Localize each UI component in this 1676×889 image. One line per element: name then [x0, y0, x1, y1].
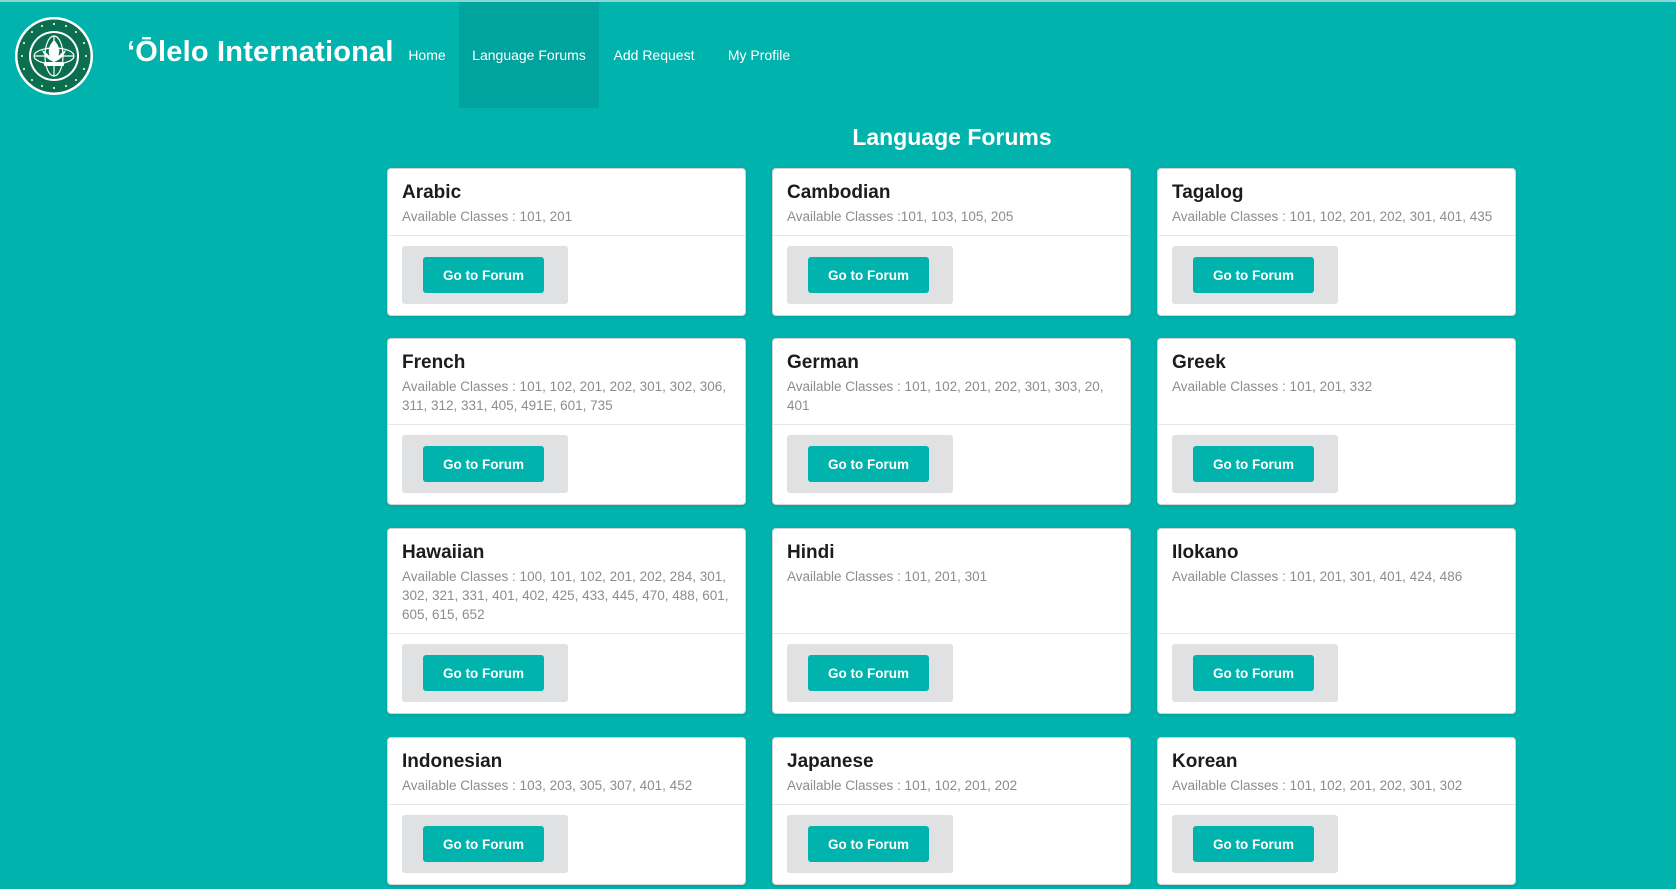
card-extra: Go to Forum — [402, 246, 568, 304]
card-classes: Available Classes : 101, 102, 201, 202, … — [787, 379, 1104, 413]
page-title: Language Forums — [852, 124, 1052, 150]
card-classes: Available Classes : 103, 203, 305, 307, … — [402, 778, 693, 793]
go-to-forum-button[interactable]: Go to Forum — [1193, 826, 1314, 862]
go-to-forum-button[interactable]: Go to Forum — [423, 655, 544, 691]
forum-card-hindi: Hindi Available Classes : 101, 201, 301 … — [772, 528, 1131, 714]
card-content: Indonesian Available Classes : 103, 203,… — [388, 738, 745, 805]
forum-card-greek: Greek Available Classes : 101, 201, 332 … — [1157, 338, 1516, 505]
card-title: Cambodian — [787, 182, 891, 203]
card-classes: Available Classes : 101, 102, 201, 202, … — [402, 379, 726, 413]
card-extra: Go to Forum — [402, 435, 568, 493]
brand-title[interactable]: ʻŌlelo International — [127, 36, 394, 69]
card-classes: Available Classes : 101, 201, 301 — [787, 569, 988, 584]
card-title: Ilokano — [1172, 542, 1239, 563]
go-to-forum-button[interactable]: Go to Forum — [1193, 655, 1314, 691]
go-to-forum-button[interactable]: Go to Forum — [423, 446, 544, 482]
card-content: Ilokano Available Classes : 101, 201, 30… — [1158, 529, 1515, 634]
card-content: Greek Available Classes : 101, 201, 332 — [1158, 339, 1515, 425]
card-extra: Go to Forum — [787, 435, 953, 493]
university-seal-icon[interactable] — [14, 16, 94, 96]
card-content: Hawaiian Available Classes : 100, 101, 1… — [388, 529, 745, 634]
card-extra: Go to Forum — [787, 644, 953, 702]
card-extra: Go to Forum — [787, 246, 953, 304]
go-to-forum-button[interactable]: Go to Forum — [808, 655, 929, 691]
forum-card-german: German Available Classes : 101, 102, 201… — [772, 338, 1131, 505]
card-content: Arabic Available Classes : 101, 201 — [388, 169, 745, 236]
card-title: Japanese — [787, 751, 874, 772]
card-content: German Available Classes : 101, 102, 201… — [773, 339, 1130, 425]
card-title: Indonesian — [402, 751, 503, 772]
card-content: Tagalog Available Classes : 101, 102, 20… — [1158, 169, 1515, 236]
forum-card-korean: Korean Available Classes : 101, 102, 201… — [1157, 737, 1516, 885]
card-title: Hawaiian — [402, 542, 485, 563]
go-to-forum-button[interactable]: Go to Forum — [808, 826, 929, 862]
forum-card-french: French Available Classes : 101, 102, 201… — [387, 338, 746, 505]
card-classes: Available Classes : 100, 101, 102, 201, … — [402, 569, 729, 622]
card-title: Arabic — [402, 182, 462, 203]
go-to-forum-button[interactable]: Go to Forum — [808, 257, 929, 293]
card-extra: Go to Forum — [787, 815, 953, 873]
card-content: Korean Available Classes : 101, 102, 201… — [1158, 738, 1515, 805]
card-content: Hindi Available Classes : 101, 201, 301 — [773, 529, 1130, 634]
card-classes: Available Classes : 101, 102, 201, 202 — [787, 778, 1018, 793]
card-extra: Go to Forum — [402, 815, 568, 873]
card-extra: Go to Forum — [1172, 246, 1338, 304]
nav-add-request[interactable]: Add Request — [599, 2, 709, 108]
card-classes: Available Classes :101, 103, 105, 205 — [787, 209, 1014, 224]
go-to-forum-button[interactable]: Go to Forum — [1193, 257, 1314, 293]
card-content: Cambodian Available Classes :101, 103, 1… — [773, 169, 1130, 236]
go-to-forum-button[interactable]: Go to Forum — [808, 446, 929, 482]
nav-language-forums[interactable]: Language Forums — [459, 2, 599, 108]
card-title: Tagalog — [1172, 182, 1244, 203]
card-classes: Available Classes : 101, 201, 332 — [1172, 379, 1373, 394]
card-extra: Go to Forum — [1172, 815, 1338, 873]
forum-card-indonesian: Indonesian Available Classes : 103, 203,… — [387, 737, 746, 885]
nav-my-profile[interactable]: My Profile — [709, 2, 809, 108]
forum-card-hawaiian: Hawaiian Available Classes : 100, 101, 1… — [387, 528, 746, 714]
forum-card-arabic: Arabic Available Classes : 101, 201 Go t… — [387, 168, 746, 316]
card-classes: Available Classes : 101, 201 — [402, 209, 573, 224]
card-title: German — [787, 352, 859, 373]
card-extra: Go to Forum — [1172, 644, 1338, 702]
go-to-forum-button[interactable]: Go to Forum — [423, 257, 544, 293]
go-to-forum-button[interactable]: Go to Forum — [423, 826, 544, 862]
forum-card-japanese: Japanese Available Classes : 101, 102, 2… — [772, 737, 1131, 885]
card-title: Greek — [1172, 352, 1226, 373]
nav-home[interactable]: Home — [395, 2, 459, 108]
card-classes: Available Classes : 101, 102, 201, 202, … — [1172, 209, 1493, 224]
go-to-forum-button[interactable]: Go to Forum — [1193, 446, 1314, 482]
card-content: Japanese Available Classes : 101, 102, 2… — [773, 738, 1130, 805]
forum-card-ilokano: Ilokano Available Classes : 101, 201, 30… — [1157, 528, 1516, 714]
card-content: French Available Classes : 101, 102, 201… — [388, 339, 745, 425]
card-title: Hindi — [787, 542, 835, 563]
card-extra: Go to Forum — [1172, 435, 1338, 493]
card-classes: Available Classes : 101, 102, 201, 202, … — [1172, 778, 1463, 793]
card-title: French — [402, 352, 466, 373]
forum-card-tagalog: Tagalog Available Classes : 101, 102, 20… — [1157, 168, 1516, 316]
card-extra: Go to Forum — [402, 644, 568, 702]
card-classes: Available Classes : 101, 201, 301, 401, … — [1172, 569, 1463, 584]
card-title: Korean — [1172, 751, 1238, 772]
navbar: ʻŌlelo International Home Language Forum… — [0, 2, 1676, 108]
forum-card-cambodian: Cambodian Available Classes :101, 103, 1… — [772, 168, 1131, 316]
